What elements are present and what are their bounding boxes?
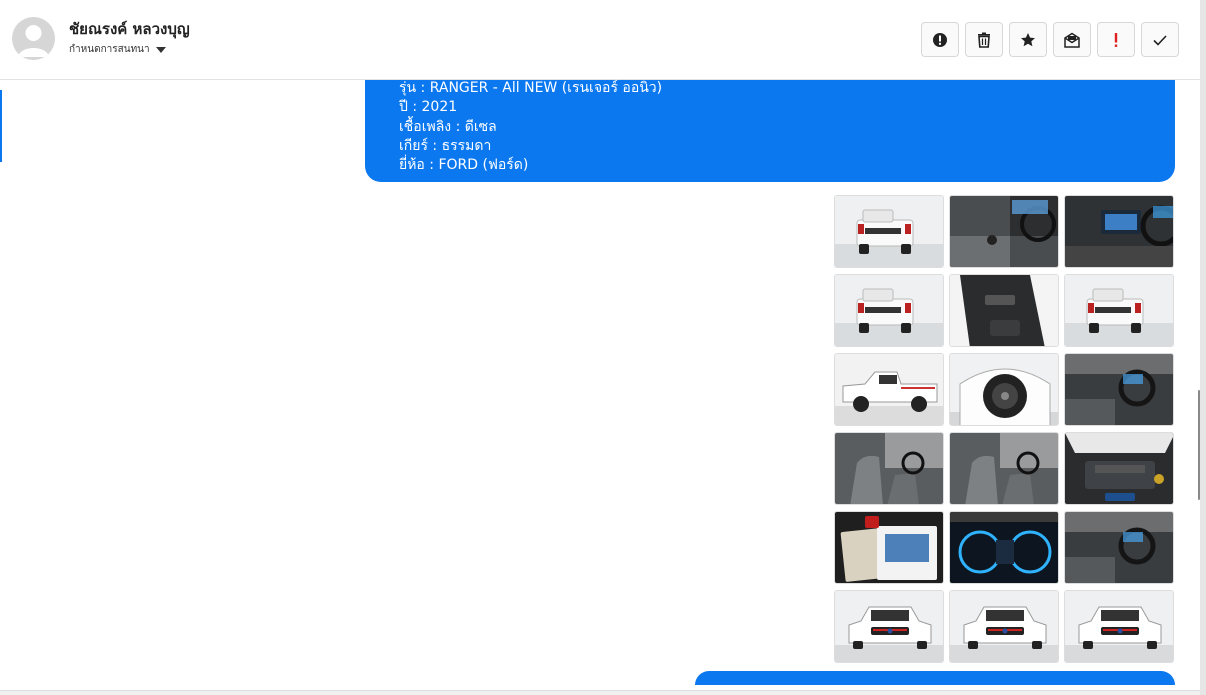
mark-unread-button[interactable] — [1053, 22, 1091, 57]
next-message-bubble[interactable] — [695, 671, 1175, 685]
photo-gallery — [834, 195, 1175, 663]
important-button[interactable] — [1097, 22, 1135, 57]
photo-thumbnail[interactable] — [834, 511, 944, 584]
done-button[interactable] — [1141, 22, 1179, 57]
active-indicator — [0, 90, 2, 162]
delete-button[interactable] — [965, 22, 1003, 57]
star-button[interactable] — [1009, 22, 1047, 57]
contact-name: ชัยณรงค์ หลวงบุญ — [69, 20, 190, 38]
photo-image — [835, 433, 943, 504]
photo-image — [835, 591, 943, 662]
conversation-status[interactable]: กำหนดการสนทนา — [69, 42, 166, 57]
photo-thumbnail[interactable] — [949, 274, 1059, 347]
check-icon — [1153, 34, 1167, 46]
photo-image — [835, 275, 943, 346]
photo-image — [1065, 275, 1173, 346]
photo-image — [950, 512, 1058, 583]
message-line: รุ่น : RANGER - All NEW (เรนเจอร์ ออนิว) — [399, 80, 663, 96]
photo-image — [1065, 433, 1173, 504]
photo-thumbnail[interactable] — [949, 432, 1059, 505]
exclamation-icon — [1114, 32, 1118, 47]
conversation-status-label: กำหนดการสนทนา — [69, 44, 150, 55]
mail-open-icon — [1064, 32, 1080, 48]
conversation-toolbar — [921, 22, 1179, 57]
photo-thumbnail[interactable] — [1064, 195, 1174, 268]
photo-image — [950, 354, 1058, 425]
photo-thumbnail[interactable] — [1064, 274, 1174, 347]
photo-thumbnail[interactable] — [834, 353, 944, 426]
message-line: ยี่ห้อ : FORD (ฟอร์ด) — [399, 157, 529, 174]
photo-thumbnail[interactable] — [949, 195, 1059, 268]
photo-image — [950, 591, 1058, 662]
photo-image — [950, 196, 1058, 267]
chevron-down-icon[interactable] — [155, 46, 166, 53]
message-line: เกียร์ : ธรรมดา — [399, 137, 492, 154]
star-icon — [1021, 32, 1035, 46]
composer-border — [0, 690, 1200, 695]
photo-thumbnail[interactable] — [834, 195, 944, 268]
avatar[interactable] — [12, 17, 55, 60]
message-line: ปี : 2021 — [399, 99, 458, 116]
photo-image — [1065, 591, 1173, 662]
panel-border — [1200, 0, 1206, 695]
photo-thumbnail[interactable] — [1064, 432, 1174, 505]
chat-app: ชัยณรงค์ หลวงบุญ กำหนดการสนทนา รุ่น: RA… — [0, 0, 1206, 695]
message-bubble[interactable]: รุ่น : RANGER - All NEW (เรนเจอร์ ออนิว)… — [365, 80, 1175, 182]
photo-thumbnail[interactable] — [1064, 511, 1174, 584]
photo-image — [950, 433, 1058, 504]
photo-thumbnail[interactable] — [834, 432, 944, 505]
photo-thumbnail[interactable] — [949, 590, 1059, 663]
photo-image — [1065, 354, 1173, 425]
photo-image — [835, 196, 943, 267]
photo-thumbnail[interactable] — [949, 353, 1059, 426]
alert-circle-icon — [933, 32, 947, 47]
photo-thumbnail[interactable] — [1064, 590, 1174, 663]
photo-image — [1065, 196, 1173, 267]
photo-thumbnail[interactable] — [949, 511, 1059, 584]
message-line: เชื้อเพลิง : ดีเซล — [399, 118, 497, 135]
conversation-header: ชัยณรงค์ หลวงบุญ กำหนดการสนทนา — [0, 0, 1200, 80]
photo-image — [835, 512, 943, 583]
photo-thumbnail[interactable] — [1064, 353, 1174, 426]
photo-image — [835, 354, 943, 425]
photo-image — [950, 275, 1058, 346]
photo-thumbnail[interactable] — [834, 274, 944, 347]
spam-button[interactable] — [921, 22, 959, 57]
photo-image — [1065, 512, 1173, 583]
trash-icon — [978, 32, 990, 48]
photo-thumbnail[interactable] — [834, 590, 944, 663]
